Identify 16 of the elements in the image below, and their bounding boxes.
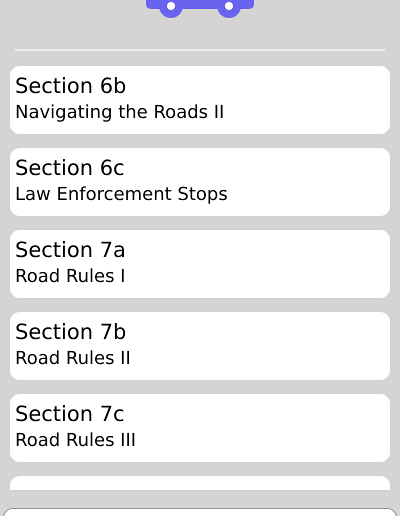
section-card[interactable]: Section 7b Road Rules II [10,312,390,380]
section-subtitle: Road Rules III [15,429,138,453]
section-title: Section 7b [15,319,128,346]
vehicle-icon [144,0,256,20]
section-subtitle: Road Rules II [15,347,132,371]
section-title: Section 6c [15,155,126,182]
section-card[interactable]: Section 6c Law Enforcement Stops [10,148,390,216]
section-card[interactable]: Section 6b Navigating the Roads II [10,66,390,134]
section-card[interactable]: Section 7a Road Rules I [10,230,390,298]
section-title: Section 6b [15,73,128,100]
section-subtitle: Navigating the Roads II [15,101,226,125]
section-title: Section 7a [15,237,127,264]
section-title: Section 7c [15,401,126,428]
section-card[interactable]: Section 7c Road Rules III [10,394,390,462]
section-subtitle: Law Enforcement Stops [15,183,229,207]
section-subtitle: Road Rules I [15,265,126,289]
